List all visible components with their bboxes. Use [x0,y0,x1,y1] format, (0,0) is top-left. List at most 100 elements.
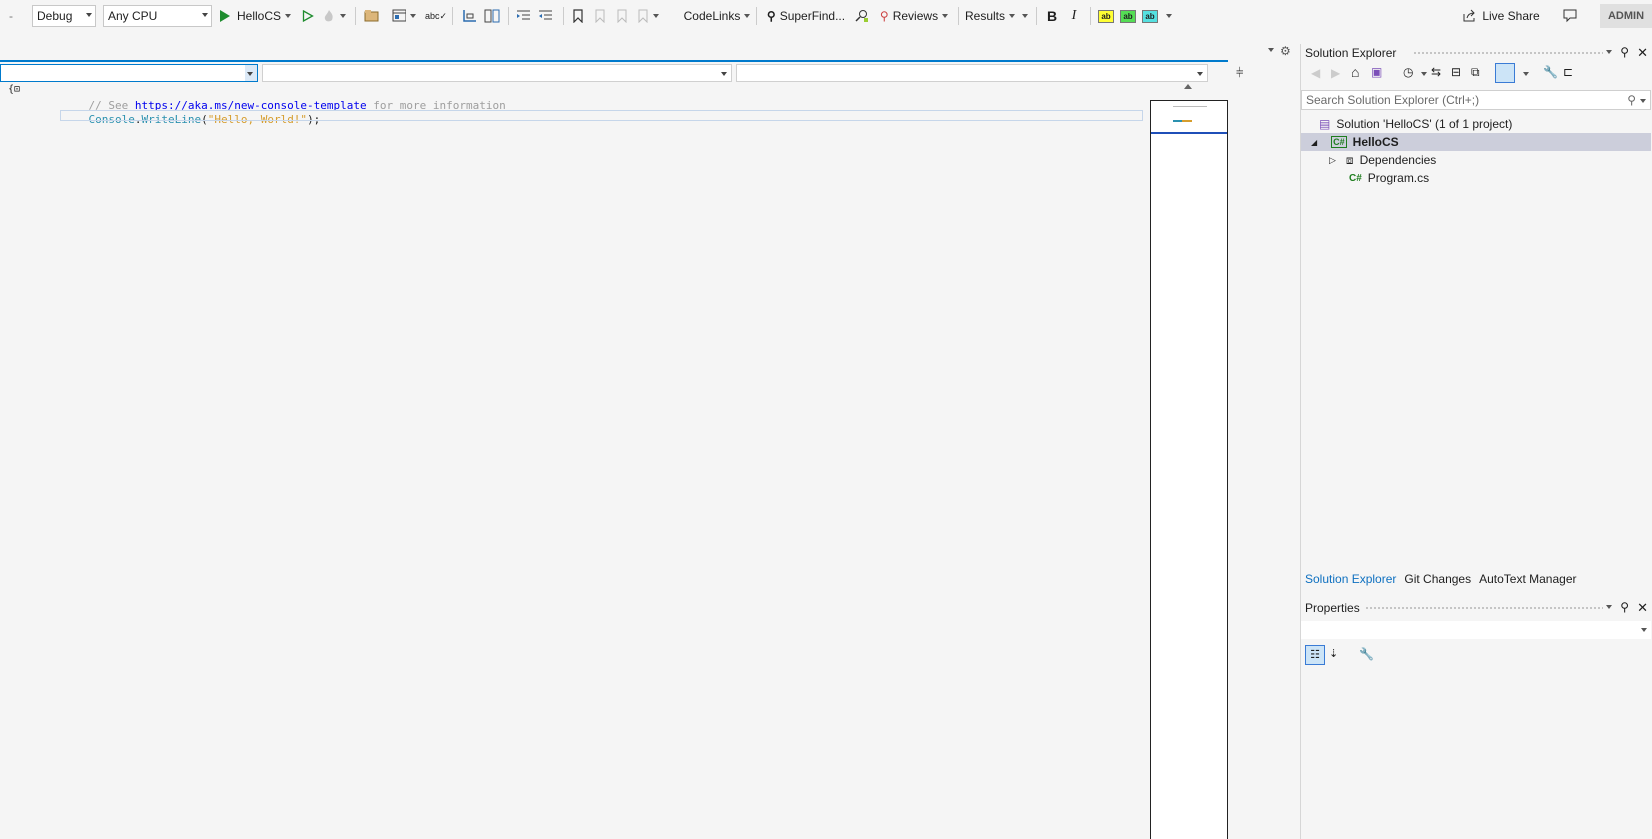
main-toolbar: - Debug Any CPU HelloCS abc✓ CodeLinks ⚲… [0,0,1652,33]
codelinks-menu[interactable]: CodeLinks [683,4,751,28]
bookmark-next-icon [617,9,627,23]
alphabetical-icon[interactable]: ⇣ [1329,647,1338,660]
chevron-down-icon[interactable] [1523,72,1529,76]
open-folder-button[interactable] [362,4,382,28]
next-bookmark-button[interactable] [614,4,630,28]
live-share-label: Live Share [1482,9,1540,23]
collapsed-triangle-icon[interactable]: ▷ [1329,155,1336,166]
user-account-button[interactable]: ADMIN [1600,4,1652,28]
solution-explorer-panel: Solution Explorer ⚲ ✕ ◀ ▶ ⌂ ▣ ◷ ⇆ ⊟ ⧉ 🔧 … [1300,44,1652,599]
pin-icon[interactable]: ⚲ [1620,45,1629,61]
configuration-value: Debug [37,9,73,23]
wrench-icon[interactable]: 🔧 [1543,65,1558,79]
dependencies-icon: ⧈ [1345,152,1354,167]
tree-item-dependencies[interactable]: ▷ ⧈ Dependencies [1301,151,1651,169]
italic-button[interactable]: I [1066,4,1082,28]
chevron-down-icon [744,14,751,18]
previous-bookmark-button[interactable] [592,4,608,28]
tree-item-label: Program.cs [1367,171,1430,185]
indent-icon [517,10,530,20]
reviews-label: Reviews [892,9,939,23]
tab-git-changes[interactable]: Git Changes [1400,568,1475,590]
play-outline-icon [302,10,314,22]
compare-icon [484,9,500,23]
build-button[interactable] [460,4,480,28]
indent-button[interactable] [514,4,534,28]
close-icon[interactable]: ✕ [1637,600,1648,616]
project-dropdown[interactable] [0,64,258,82]
reviews-menu[interactable]: ⚲ Reviews [876,4,952,28]
outdent-button[interactable] [536,4,556,28]
bookmark-icon [573,9,583,23]
categorized-icon[interactable]: ☷ [1305,645,1325,665]
scroll-up-icon[interactable] [1184,84,1192,89]
search-input[interactable]: Search Solution Explorer (Ctrl+;) ⚲ [1301,90,1651,110]
highlight-yellow-button[interactable]: ab [1097,4,1115,28]
tab-autotext-manager[interactable]: AutoText Manager [1475,568,1580,590]
code-snippet-icon[interactable]: {⊡ [8,84,20,95]
overflow-caret[interactable]: - [2,4,20,28]
code-editor[interactable]: {⊡ // See https://aka.ms/new-console-tem… [0,82,1148,839]
show-all-files-icon[interactable] [1495,63,1515,83]
tree-item-label: HelloCS [1352,135,1399,149]
type-dropdown[interactable] [262,64,732,82]
results-label: Results [964,9,1005,23]
preview-icon[interactable]: ⊏ [1563,65,1573,79]
minimap-scrollbar[interactable] [1148,82,1228,839]
tree-item-solution[interactable]: ▤ Solution 'HelloCS' (1 of 1 project) [1301,115,1651,133]
platform-dropdown[interactable]: Any CPU [103,5,212,27]
bookmark-clear-icon [638,9,648,23]
superfind-button[interactable]: ⚲ SuperFind... [764,4,848,28]
tab-list-dropdown-icon[interactable] [1268,48,1274,52]
tree-item-project[interactable]: ◢ C# HelloCS [1301,133,1651,151]
start-without-debugging-button[interactable] [300,4,316,28]
configuration-dropdown[interactable]: Debug [32,5,96,27]
clear-bookmarks-button[interactable] [636,4,660,28]
toolbar-overflow[interactable] [1018,4,1028,28]
object-selector-dropdown[interactable] [1301,621,1651,639]
start-debugging-button[interactable]: HelloCS [219,4,295,28]
live-share-button[interactable]: Live Share [1462,4,1540,28]
spell-check-button[interactable]: abc✓ [425,4,447,28]
minimap-viewport[interactable] [1151,101,1227,134]
chevron-down-icon[interactable] [1421,72,1427,76]
chevron-down-icon[interactable] [1640,99,1646,103]
back-icon[interactable]: ◀ [1311,66,1320,80]
play-icon [219,10,231,22]
member-dropdown[interactable] [736,64,1208,82]
wrench-icon[interactable]: 🔧 [1359,647,1374,661]
window-position-icon[interactable] [1606,605,1613,609]
results-menu[interactable]: Results [964,4,1016,28]
tree-item-file[interactable]: C# Program.cs [1301,169,1651,187]
hot-reload-button[interactable] [322,4,346,28]
highlight-green-button[interactable]: ab [1119,4,1137,28]
sync-icon[interactable]: ⇆ [1431,65,1441,79]
collapse-all-icon[interactable]: ⊟ [1451,65,1461,79]
highlight-overflow[interactable] [1162,4,1172,28]
panel-grip[interactable] [1365,606,1603,611]
review-find-button[interactable] [853,4,871,28]
home-icon[interactable]: ⌂ [1351,64,1359,80]
bold-button[interactable]: B [1044,4,1060,28]
highlight-cyan-button[interactable]: ab [1141,4,1159,28]
feedback-button[interactable] [1560,4,1580,28]
solution-explorer-toolbar: ◀ ▶ ⌂ ▣ ◷ ⇆ ⊟ ⧉ 🔧 ⊏ [1305,62,1645,86]
pin-icon[interactable]: ⚲ [1620,600,1629,616]
forward-icon[interactable]: ▶ [1331,66,1340,80]
compare-button[interactable] [482,4,502,28]
bookmark-button[interactable] [570,4,586,28]
close-icon[interactable]: ✕ [1637,45,1648,61]
switch-views-icon[interactable]: ▣ [1371,65,1382,79]
copy-icon[interactable]: ⧉ [1471,65,1480,80]
window-position-icon[interactable] [1606,50,1613,54]
panel-grip[interactable] [1413,51,1603,56]
reviews-icon: ⚲ [879,9,889,23]
search-icon[interactable]: ⚲ [1627,93,1636,107]
expanded-triangle-icon[interactable]: ◢ [1311,138,1317,147]
split-window-icon[interactable]: ⫩ [1236,65,1243,81]
tab-solution-explorer[interactable]: Solution Explorer [1301,568,1400,590]
pending-changes-icon[interactable]: ◷ [1403,65,1413,79]
gear-icon[interactable]: ⚙ [1280,44,1291,58]
layout-button[interactable] [392,4,416,28]
properties-panel: Properties ⚲ ✕ ☷ ⇣ 🔧 [1300,599,1652,839]
